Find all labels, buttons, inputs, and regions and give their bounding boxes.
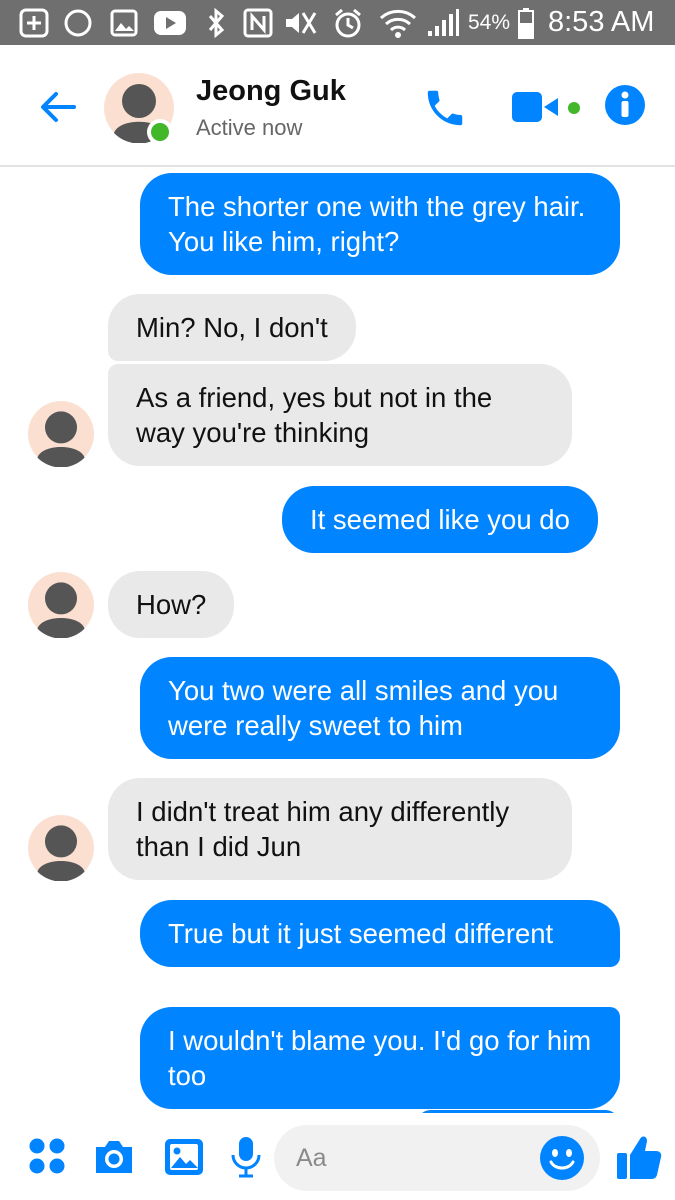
status-bar: 54% 8:53 AM bbox=[0, 0, 675, 45]
apps-icon[interactable] bbox=[24, 1133, 70, 1179]
active-status: Active now bbox=[196, 115, 303, 140]
message-thread[interactable]: The shorter one with the grey hair. You … bbox=[0, 167, 675, 1113]
contact-name[interactable]: Jeong Guk bbox=[196, 75, 346, 108]
default-avatar-icon bbox=[28, 401, 94, 468]
message-sent[interactable]: True but it just seemed different bbox=[140, 900, 620, 967]
gallery-icon[interactable] bbox=[160, 1133, 208, 1181]
bluetooth-icon bbox=[202, 0, 230, 45]
nfc-icon bbox=[242, 0, 274, 45]
video-camera-icon bbox=[512, 92, 558, 122]
composer-bar bbox=[0, 1113, 675, 1200]
microphone-icon[interactable] bbox=[222, 1133, 270, 1181]
back-button[interactable] bbox=[34, 83, 82, 131]
sender-avatar[interactable] bbox=[28, 815, 94, 882]
battery-percent: 54% bbox=[468, 11, 511, 34]
info-icon bbox=[605, 85, 645, 125]
battery-icon bbox=[516, 0, 536, 45]
image-icon bbox=[108, 0, 140, 45]
default-avatar-icon bbox=[28, 815, 94, 882]
message-received[interactable]: As a friend, yes but not in the way you'… bbox=[108, 364, 572, 466]
video-call-button[interactable] bbox=[508, 85, 584, 129]
like-icon[interactable] bbox=[612, 1127, 666, 1185]
message-sent[interactable]: You two were all smiles and you were rea… bbox=[140, 657, 620, 759]
moon-icon bbox=[62, 0, 94, 45]
clock: 8:53 AM bbox=[548, 6, 655, 38]
default-avatar-icon bbox=[28, 572, 94, 639]
message-sent[interactable]: The shorter one with the grey hair. You … bbox=[140, 173, 620, 275]
alarm-icon bbox=[332, 0, 364, 45]
message-received[interactable]: Min? No, I don't bbox=[108, 294, 356, 361]
video-online-dot bbox=[568, 102, 580, 114]
message-sent[interactable]: I wouldn't blame you. I'd go for him too bbox=[140, 1007, 620, 1109]
sender-avatar[interactable] bbox=[28, 401, 94, 468]
message-received[interactable]: I didn't treat him any differently than … bbox=[108, 778, 572, 880]
conversation-header: Jeong Guk Active now bbox=[0, 45, 675, 167]
camera-icon[interactable] bbox=[90, 1133, 138, 1181]
voice-call-button[interactable] bbox=[420, 83, 470, 133]
wifi-icon bbox=[378, 0, 418, 45]
message-received[interactable]: How? bbox=[108, 571, 235, 638]
emoji-icon[interactable] bbox=[537, 1133, 587, 1183]
sender-avatar[interactable] bbox=[28, 572, 94, 639]
info-button[interactable] bbox=[604, 84, 646, 126]
message-sent[interactable]: It seemed like you do bbox=[282, 486, 598, 553]
youtube-icon bbox=[152, 0, 188, 45]
online-indicator bbox=[147, 119, 173, 145]
signal-icon bbox=[425, 0, 461, 45]
mute-icon bbox=[282, 0, 318, 45]
phone-icon bbox=[427, 90, 463, 126]
add-icon bbox=[18, 0, 50, 45]
back-arrow-icon bbox=[41, 92, 76, 122]
